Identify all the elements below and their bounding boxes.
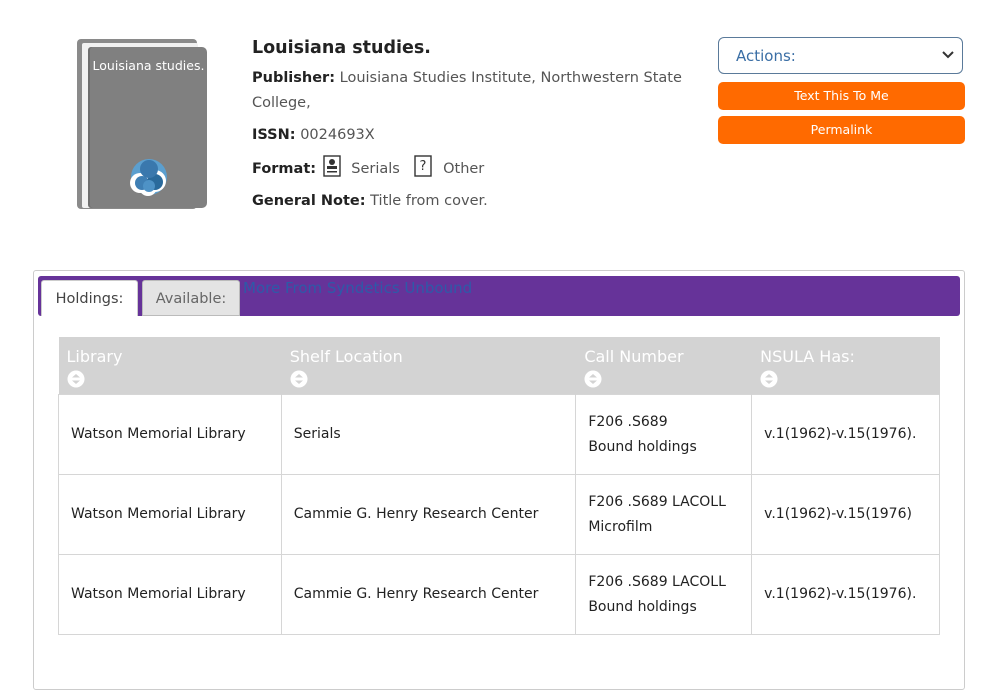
holdings-table: Library Shelf Location Call Number NSULA… (58, 337, 940, 635)
tab-available[interactable]: Available: (142, 280, 240, 316)
column-header-label: Library (66, 347, 123, 366)
library-cell: Watson Memorial Library (58, 394, 282, 475)
issn-row: ISSN: 0024693X (252, 123, 692, 148)
note-row: General Note: Title from cover. (252, 189, 692, 214)
call-number: F206 .S689 (588, 413, 668, 430)
publisher-label: Publisher: (252, 70, 336, 86)
table-row: Watson Memorial Library Cammie G. Henry … (58, 554, 940, 635)
cover-title: Louisiana studies. (92, 58, 205, 73)
nsula-has-cell: v.1(1962)-v.15(1976). (751, 554, 940, 635)
column-header-label: Shelf Location (289, 347, 403, 366)
call-number-note: Bound holdings (588, 598, 697, 615)
shelf-location-cell: Cammie G. Henry Research Center (280, 554, 577, 635)
record-title: Louisiana studies. (252, 38, 431, 58)
tab-holdings[interactable]: Holdings: (41, 280, 138, 316)
column-header-label: NSULA Has: (760, 347, 855, 366)
format-other: Other (443, 161, 485, 177)
svg-text:?: ? (420, 159, 427, 174)
syndetics-link[interactable]: More From Syndetics Unbound (243, 279, 472, 297)
cloud-logo-icon (130, 159, 167, 196)
issn-value: 0024693X (300, 127, 375, 143)
table-header-row: Library Shelf Location Call Number NSULA… (58, 337, 940, 395)
column-header-library[interactable]: Library (58, 337, 282, 395)
table-row: Watson Memorial Library Serials F206 .S6… (58, 394, 940, 475)
nsula-has-cell: v.1(1962)-v.15(1976) (751, 474, 940, 555)
call-number: F206 .S689 LACOLL (588, 573, 726, 590)
library-cell: Watson Memorial Library (58, 474, 282, 555)
actions-select[interactable]: Actions: (718, 37, 963, 74)
serial-icon (322, 155, 341, 177)
tab-bar: Holdings: Available: More From Syndetics… (38, 276, 960, 316)
chevron-down-icon (942, 51, 954, 59)
question-icon: ? (414, 155, 433, 177)
format-label: Format: (252, 161, 317, 177)
record-details: Louisiana studies. Publisher: Louisiana … (252, 38, 692, 221)
column-header-label: Call Number (584, 347, 684, 366)
shelf-location-cell: Cammie G. Henry Research Center (280, 474, 577, 555)
call-number-note: Microfilm (588, 518, 653, 535)
permalink-button[interactable]: Permalink (718, 116, 965, 144)
call-number-cell: F206 .S689 LACOLL Bound holdings (575, 554, 753, 635)
sort-icon[interactable] (290, 370, 308, 388)
holdings-panel: Holdings: Available: More From Syndetics… (33, 270, 965, 690)
call-number-note: Bound holdings (588, 438, 697, 455)
note-label: General Note: (252, 193, 366, 209)
sort-icon[interactable] (67, 370, 85, 388)
format-serials: Serials (351, 161, 400, 177)
text-this-to-me-button[interactable]: Text This To Me (718, 82, 965, 110)
sort-icon[interactable] (760, 370, 778, 388)
library-cell: Watson Memorial Library (58, 554, 282, 635)
call-number: F206 .S689 LACOLL (588, 493, 726, 510)
shelf-location-cell: Serials (280, 394, 577, 475)
note-value: Title from cover. (370, 193, 488, 209)
column-header-call-number[interactable]: Call Number (575, 337, 753, 395)
actions-panel: Actions: Text This To Me Permalink (718, 37, 965, 144)
nsula-has-cell: v.1(1962)-v.15(1976). (751, 394, 940, 475)
column-header-shelf-location[interactable]: Shelf Location (281, 337, 577, 395)
call-number-cell: F206 .S689 LACOLL Microfilm (575, 474, 753, 555)
sort-icon[interactable] (584, 370, 602, 388)
column-header-nsula-has[interactable]: NSULA Has: (751, 337, 940, 395)
book-cover: Louisiana studies. (77, 37, 207, 209)
call-number-cell: F206 .S689 Bound holdings (575, 394, 753, 475)
publisher-row: Publisher: Louisiana Studies Institute, … (252, 66, 692, 116)
format-row: Format: Serials ? Other (252, 155, 692, 182)
table-row: Watson Memorial Library Cammie G. Henry … (58, 474, 940, 555)
issn-label: ISSN: (252, 127, 296, 143)
actions-select-label: Actions: (736, 47, 796, 65)
